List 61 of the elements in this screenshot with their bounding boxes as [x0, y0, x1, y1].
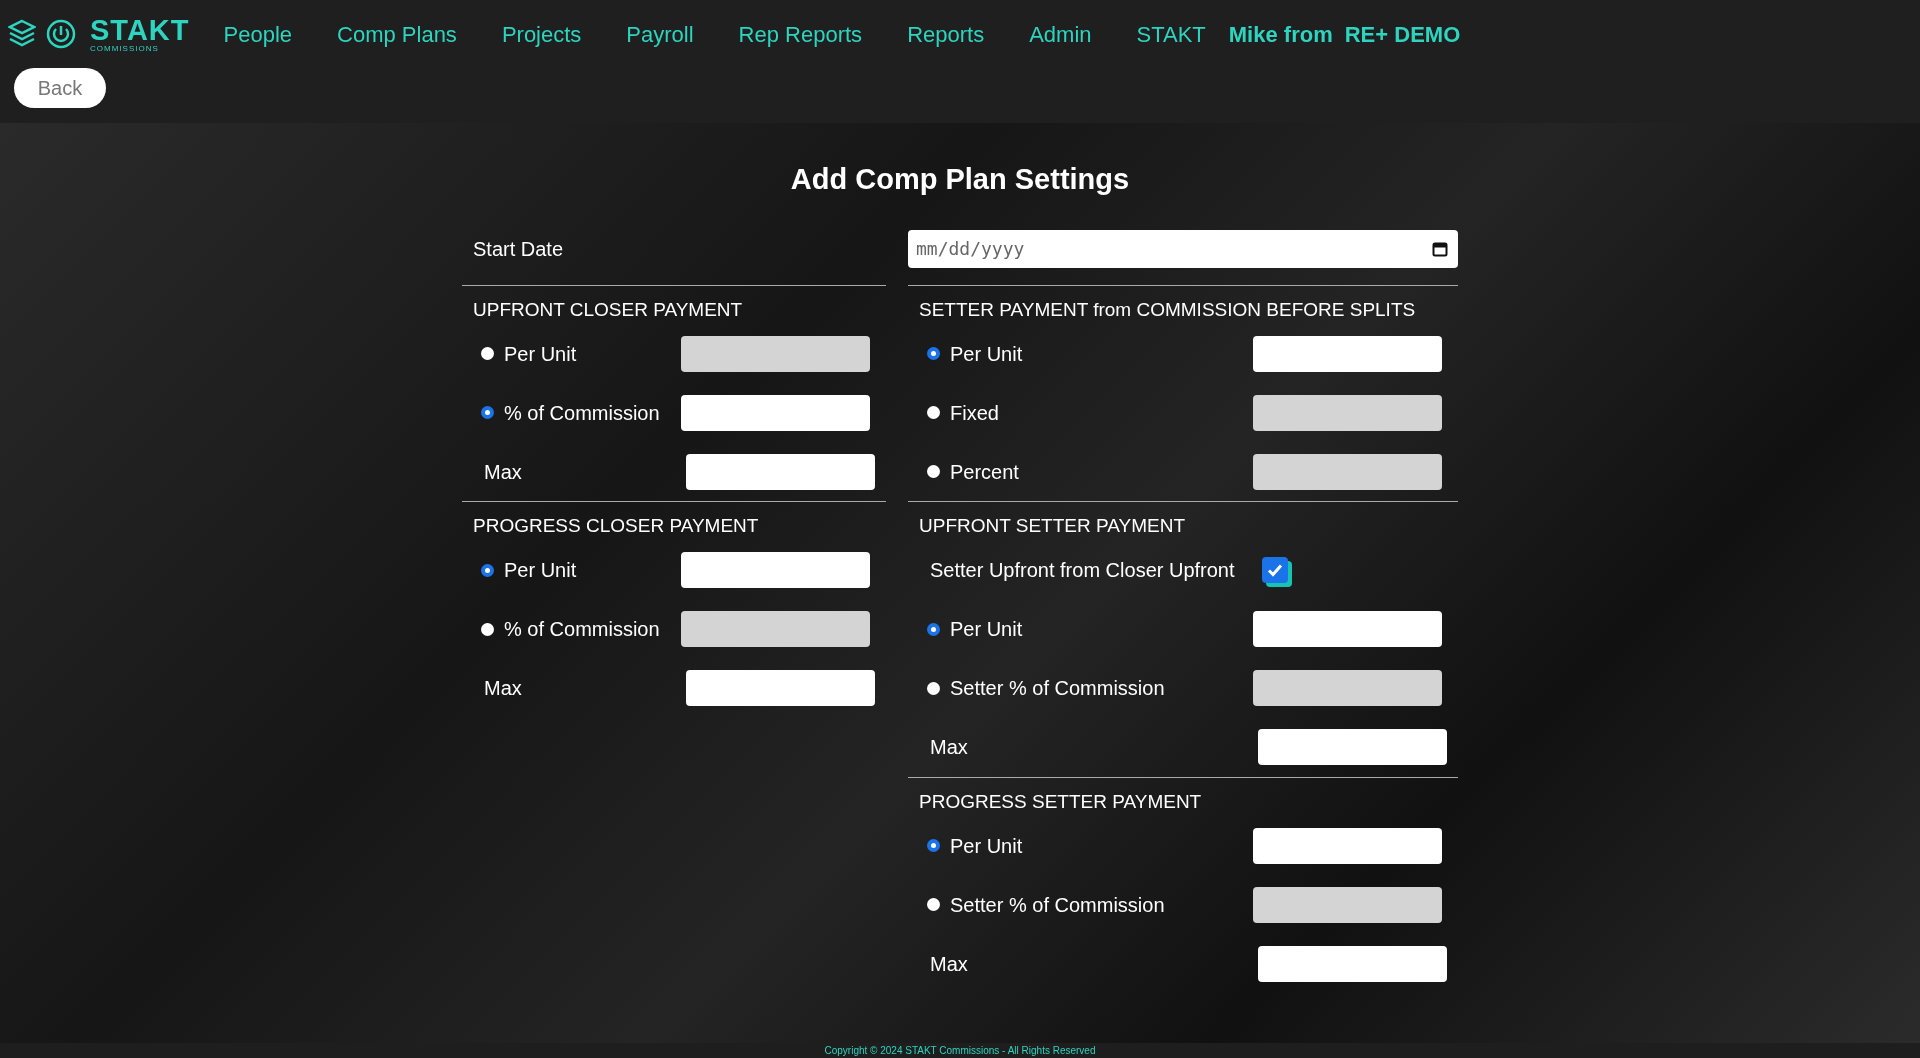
radio-button[interactable]	[481, 347, 494, 360]
nav-link[interactable]: Comp Plans	[337, 17, 457, 51]
radio-button[interactable]	[927, 839, 940, 852]
max-field[interactable]	[1258, 729, 1447, 765]
option-label: Percent	[950, 459, 1020, 485]
radio-button[interactable]	[927, 681, 940, 695]
option-label: Per Unit	[504, 558, 578, 583]
start-date-label: Start Date	[472, 236, 565, 262]
organization-name: RE+ DEMO	[1344, 20, 1461, 49]
section-heading: SETTER PAYMENT from COMMISSION BEFORE SPLITS	[918, 297, 1417, 322]
nav-link[interactable]: Payroll	[626, 17, 694, 51]
radio-button[interactable]	[927, 622, 940, 636]
max-field[interactable]	[1258, 945, 1447, 982]
amount-field[interactable]	[1253, 335, 1442, 372]
copyright-text: Copyright © 2024 STAKT Commissions - All Rights Reserved	[824, 1045, 1096, 1056]
amount-field[interactable]	[681, 552, 870, 588]
section-heading: UPFRONT CLOSER PAYMENT	[472, 297, 744, 322]
radio-button[interactable]	[927, 347, 940, 360]
layers-icon	[8, 19, 36, 49]
nav-link[interactable]: Reports	[907, 17, 985, 51]
brand-logo-text: STAKT	[90, 15, 190, 45]
option-label: % of Commission	[504, 617, 661, 642]
nav-link[interactable]: Rep Reports	[738, 17, 863, 51]
checkbox-label: Setter Upfront from Closer Upfront	[930, 558, 1236, 583]
option-label: Setter % of Commission	[950, 676, 1166, 701]
section-heading: PROGRESS CLOSER PAYMENT	[472, 514, 760, 538]
back-button[interactable]: Back	[14, 68, 106, 108]
radio-button[interactable]	[481, 563, 494, 577]
radio-button[interactable]	[927, 465, 940, 478]
calendar-icon	[1432, 240, 1448, 257]
max-label: Max	[930, 735, 969, 760]
radio-button[interactable]	[481, 622, 494, 636]
nav-link[interactable]: Admin	[1029, 17, 1092, 51]
option-label: Per Unit	[950, 617, 1024, 642]
date-field[interactable]: mm/dd/yyyy	[908, 229, 1458, 268]
user-name: Mike from	[1228, 20, 1333, 49]
amount-field[interactable]	[681, 394, 870, 431]
amount-field[interactable]	[1253, 827, 1442, 864]
power-icon	[46, 19, 76, 49]
max-field[interactable]	[686, 670, 875, 706]
option-label: Per Unit	[950, 833, 1024, 859]
section-heading: PROGRESS SETTER PAYMENT	[918, 789, 1203, 814]
brand-tagline: COMMISSIONS	[90, 44, 159, 53]
radio-button[interactable]	[927, 898, 940, 911]
max-label: Max	[484, 459, 523, 485]
radio-button[interactable]	[481, 406, 494, 419]
radio-button[interactable]	[927, 406, 940, 419]
option-label: Fixed	[950, 400, 1000, 426]
amount-field[interactable]	[1253, 611, 1442, 647]
nav-link[interactable]: Projects	[501, 17, 582, 51]
section-heading: UPFRONT SETTER PAYMENT	[918, 514, 1187, 538]
option-label: Per Unit	[504, 341, 578, 367]
max-label: Max	[930, 951, 969, 977]
option-label: Per Unit	[950, 341, 1024, 367]
page-title: Add Comp Plan Settings	[790, 162, 1130, 197]
nav-link[interactable]: People	[223, 17, 293, 51]
max-field[interactable]	[686, 453, 875, 490]
nav-link[interactable]: STAKT	[1136, 17, 1206, 51]
max-label: Max	[484, 676, 523, 701]
option-label: % of Commission	[504, 400, 661, 426]
option-label: Setter % of Commission	[950, 892, 1166, 918]
